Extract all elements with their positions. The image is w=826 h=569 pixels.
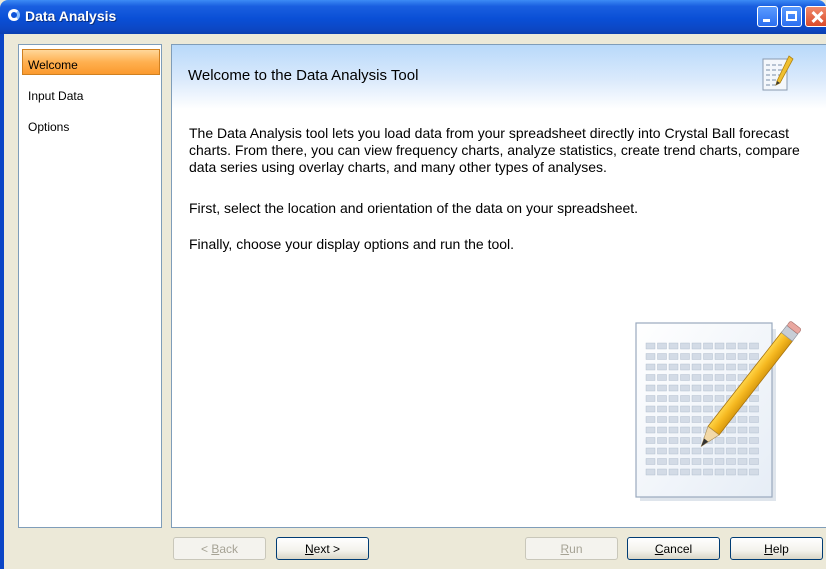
help-button-accel: H [764,541,773,556]
nav-item-input-data[interactable]: Input Data [22,80,160,106]
window-title: Data Analysis [25,8,117,24]
maximize-button[interactable] [781,6,802,27]
cancel-button-rest: ancel [663,541,693,556]
next-button-accel: N [304,541,314,556]
back-button-prefix: < [200,541,212,556]
page-title: Welcome to the Data Analysis Tool [188,67,419,84]
step-one-paragraph: First, select the location and orientati… [189,200,639,216]
run-button-rest: un [569,541,583,556]
next-button-rest: ext > [313,541,341,556]
cancel-button[interactable]: Cancel [627,537,720,560]
title-bar[interactable]: Data Analysis [0,0,826,34]
spreadsheet-pencil-icon [762,55,794,91]
close-button[interactable] [805,6,826,27]
run-button[interactable]: Run [525,537,618,560]
header-band: Welcome to the Data Analysis Tool [172,45,826,109]
help-button[interactable]: Help [730,537,823,560]
nav-item-welcome[interactable]: Welcome [22,49,160,75]
nav-item-options[interactable]: Options [22,111,160,137]
crystal-ball-app-icon [8,9,20,21]
wizard-nav-panel: Welcome Input Data Options [18,44,162,528]
spreadsheet-pencil-illustration [635,321,802,501]
welcome-content-panel: Welcome to the Data Analysis Tool The Da… [171,44,826,528]
data-analysis-window: Data Analysis Welcome Input Data Options… [0,0,826,569]
back-button[interactable]: < Back [173,537,266,560]
minimize-button[interactable] [757,6,778,27]
intro-paragraph: The Data Analysis tool lets you load dat… [189,125,800,175]
help-button-rest: elp [772,541,789,556]
step-two-paragraph: Finally, choose your display options and… [189,236,515,252]
back-button-rest: ack [219,541,239,556]
window-frame-left [0,34,4,569]
run-button-accel: R [560,541,570,556]
next-button[interactable]: Next > [276,537,369,560]
